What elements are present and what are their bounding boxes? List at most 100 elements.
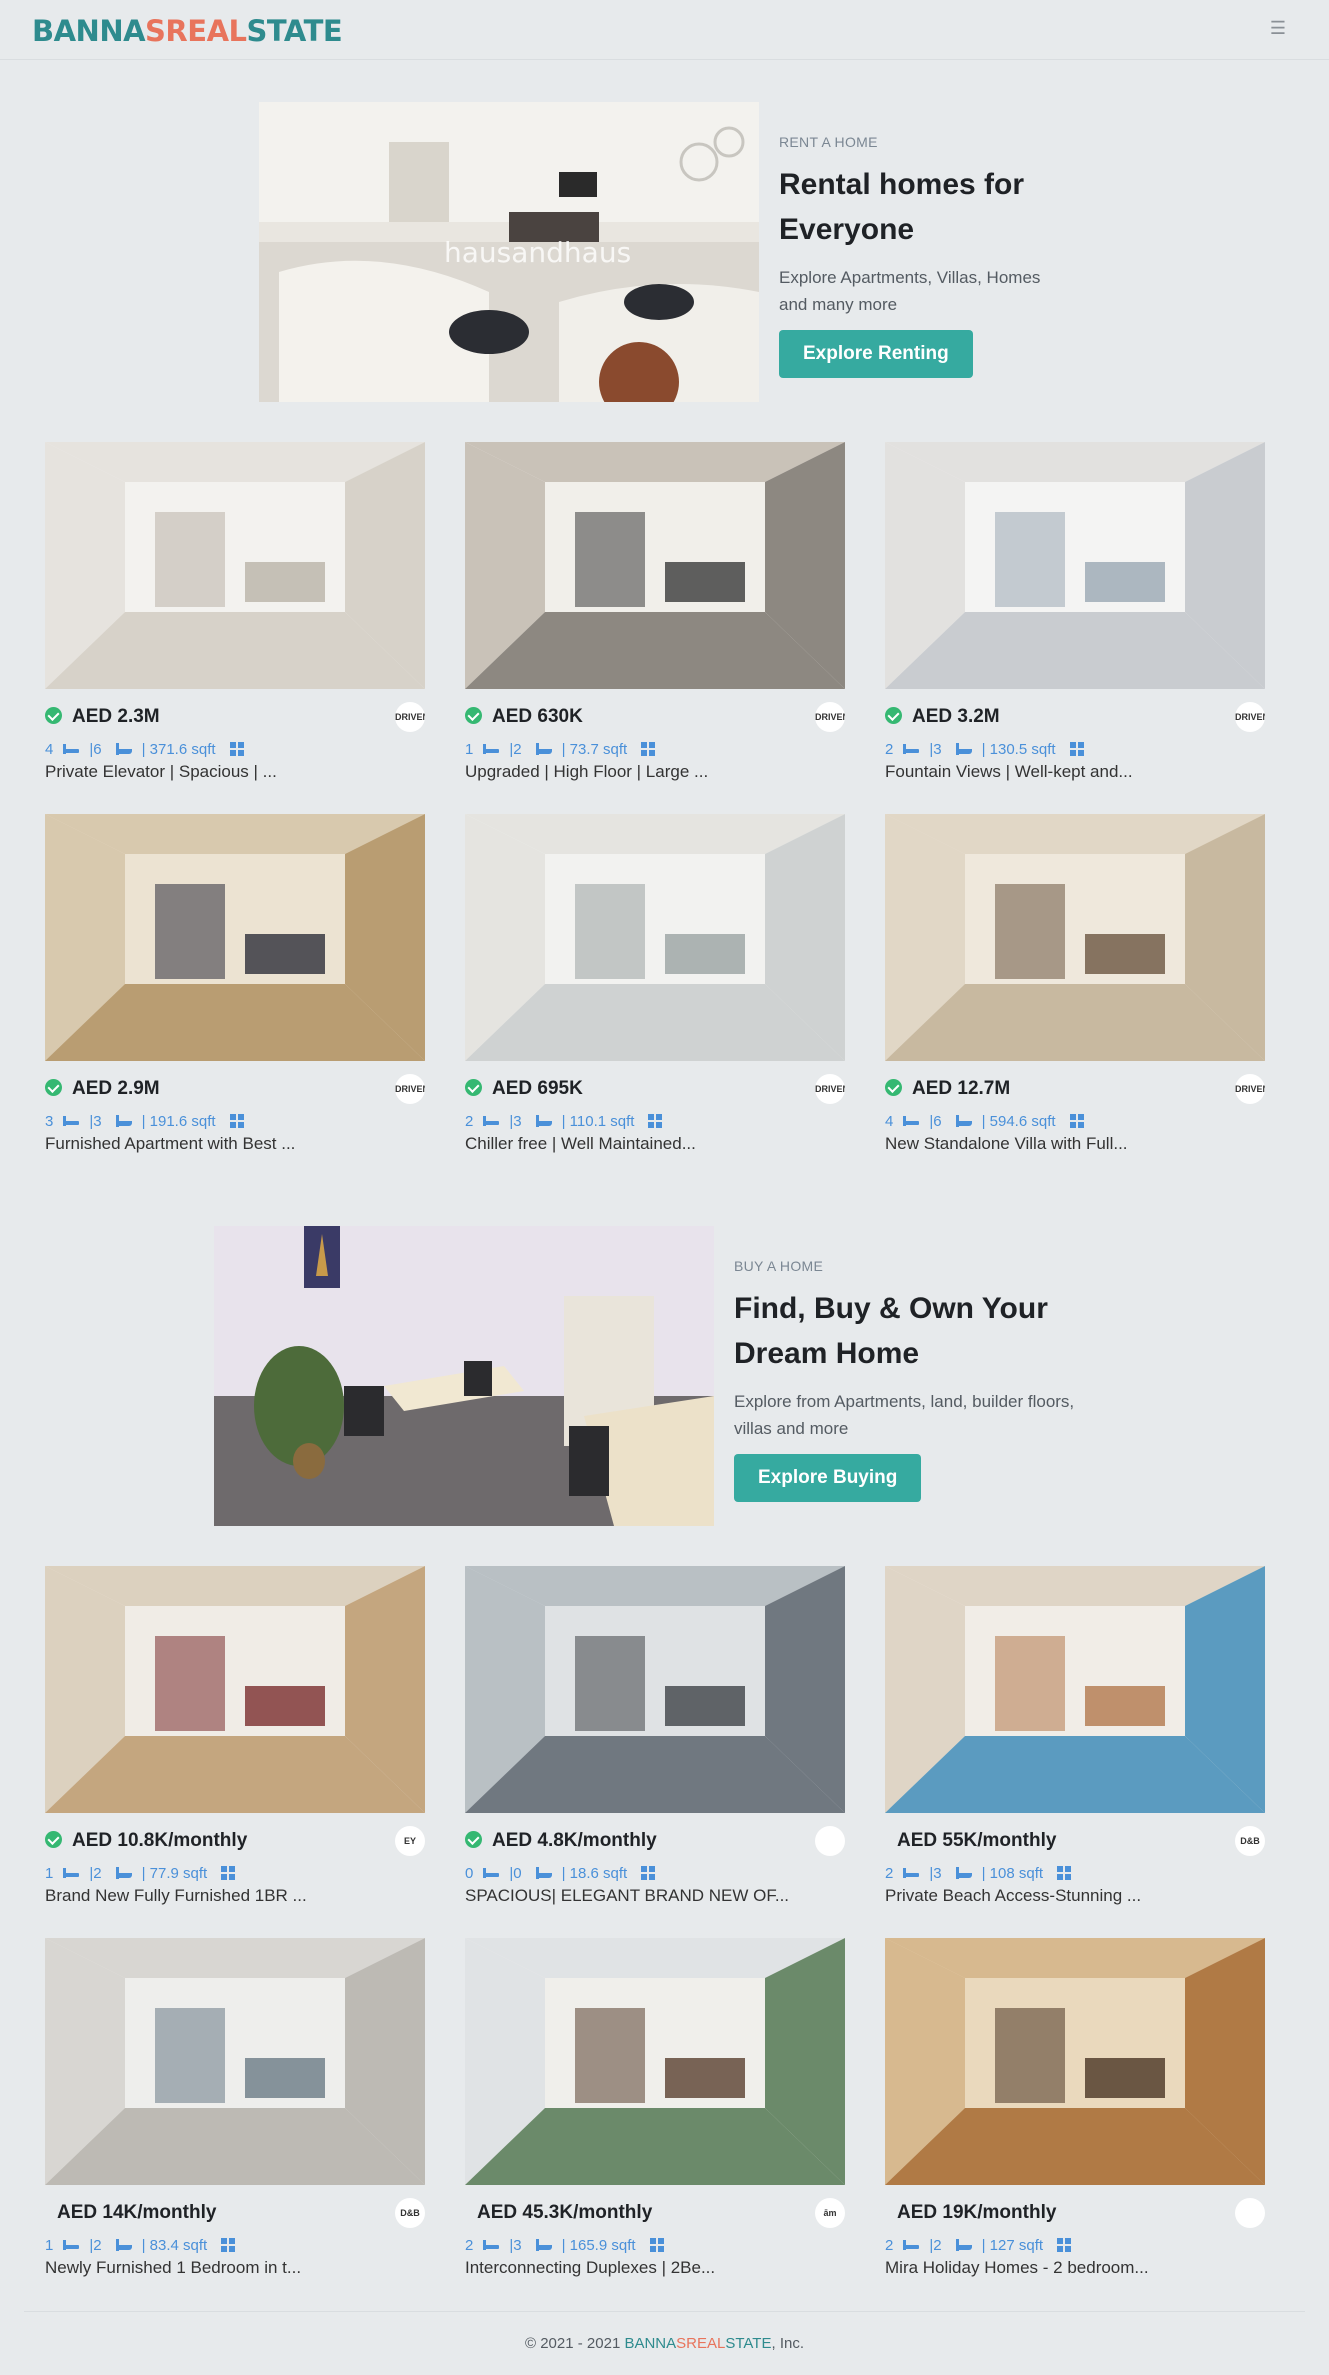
bed-icon [483,744,500,755]
price-row: AED 55K/monthly D&B [885,1826,1265,1856]
explore-buying-button[interactable]: Explore Buying [734,1454,922,1502]
listing-price: AED 19K/monthly [897,2202,1057,2223]
listing-title[interactable]: Private Elevator | Spacious | ... [45,762,277,782]
listing-photo[interactable] [465,442,845,689]
bed-count: 1 [45,2236,54,2254]
listing-photo[interactable] [885,814,1265,1061]
agency-logo-icon[interactable]: DRIVEN [1235,702,1265,732]
brand-part-1: BANNA [32,14,146,48]
verified-check-icon [45,707,62,724]
listing-card[interactable]: AED 3.2M DRIVEN 2 |3 | 130.5 sqft Fountain V… [885,442,1265,782]
footer-brand-2[interactable]: SREAL [676,2335,725,2352]
listing-card[interactable]: AED 12.7M DRIVEN 4 |6 | 594.6 sqft New Stand… [885,814,1265,1154]
agency-logo-icon[interactable]: EY [395,1826,425,1856]
bath-icon [115,1115,132,1128]
explore-renting-button[interactable]: Explore Renting [779,330,973,378]
bed-count: 1 [465,740,474,758]
agency-logo-icon[interactable]: DRIVEN [395,702,425,732]
footer-brand-1[interactable]: BANNA [624,2335,676,2352]
footer-brand-3[interactable]: STATE [725,2335,771,2352]
bath-icon [955,1867,972,1880]
listing-card[interactable]: AED 10.8K/monthly EY 1 |2 | 77.9 sqft Brand … [45,1566,425,1906]
verified-check-icon [45,1831,62,1848]
listing-card[interactable]: AED 19K/monthly 2 |2 | 127 sqft Mira Holida… [885,1938,1265,2278]
agency-logo-icon[interactable]: DRIVEN [1235,1074,1265,1104]
card-meta: 1 |2 | 83.4 sqft [45,2236,236,2256]
card-meta: 1 |2 | 73.7 sqft [465,740,656,760]
listing-title[interactable]: Mira Holiday Homes - 2 bedroom... [885,2258,1149,2278]
listing-card[interactable]: AED 14K/monthly D&B 1 |2 | 83.4 sqft Newly F… [45,1938,425,2278]
listing-card[interactable]: AED 4.8K/monthly 0 |0 | 18.6 sqft SPACIOUS|… [465,1566,845,1906]
area-value: | 371.6 sqft [141,740,216,758]
agency-logo-icon[interactable]: DRIVEN [815,702,845,732]
agency-logo-icon[interactable]: D&B [1235,1826,1265,1856]
area-value: | 73.7 sqft [561,740,628,758]
bath-count: |3 [509,2236,522,2254]
grid-icon [641,742,656,757]
price-row: AED 10.8K/monthly EY [45,1826,425,1856]
buy-desc-line-1: Explore from Apartments, land, builder f… [734,1392,1075,1411]
bed-icon [903,2240,920,2251]
bath-count: |3 [89,1112,102,1130]
listing-photo[interactable] [45,1938,425,2185]
listing-title[interactable]: SPACIOUS| ELEGANT BRAND NEW OF... [465,1886,789,1906]
bed-icon [483,1868,500,1879]
site-footer: © 2021 - 2021 BANNASREALSTATE, Inc. [24,2311,1305,2375]
agency-logo-icon[interactable]: ām [815,2198,845,2228]
card-meta: 4 |6 | 371.6 sqft [45,740,244,760]
bath-icon [535,1867,552,1880]
agency-logo-icon[interactable] [1235,2198,1265,2228]
verified-check-icon [45,1079,62,1096]
listing-title[interactable]: Fountain Views | Well-kept and... [885,762,1133,782]
listing-photo[interactable] [465,814,845,1061]
bath-icon [115,743,132,756]
bed-icon [903,1116,920,1127]
listing-title[interactable]: New Standalone Villa with Full... [885,1134,1128,1154]
bed-count: 0 [465,1864,474,1882]
listing-price: AED 14K/monthly [57,2202,217,2223]
listing-price: AED 2.3M [72,706,160,727]
listing-card[interactable]: AED 630K DRIVEN 1 |2 | 73.7 sqft Upgraded | … [465,442,845,782]
listing-title[interactable]: Furnished Apartment with Best ... [45,1134,295,1154]
listing-title[interactable]: Brand New Fully Furnished 1BR ... [45,1886,307,1906]
card-meta: 2 |3 | 110.1 sqft [465,1112,663,1132]
card-meta: 3 |3 | 191.6 sqft [45,1112,244,1132]
listing-title[interactable]: Chiller free | Well Maintained... [465,1134,696,1154]
grid-icon [648,1114,663,1129]
bath-count: |0 [509,1864,522,1882]
listing-card[interactable]: AED 55K/monthly D&B 2 |3 | 108 sqft Private … [885,1566,1265,1906]
agency-logo-icon[interactable] [815,1826,845,1856]
rent-hero-description: Explore Apartments, Villas, Homes and ma… [779,264,1040,318]
price-row: AED 630K DRIVEN [465,702,845,732]
agency-logo-icon[interactable]: DRIVEN [815,1074,845,1104]
grid-icon [221,2238,236,2253]
listing-card[interactable]: AED 695K DRIVEN 2 |3 | 110.1 sqft Chiller fr… [465,814,845,1154]
grid-icon [1069,1114,1084,1129]
grid-icon [1057,2238,1072,2253]
listing-photo[interactable] [45,442,425,689]
listing-photo[interactable] [885,1566,1265,1813]
listing-card[interactable]: AED 2.9M DRIVEN 3 |3 | 191.6 sqft Furnished … [45,814,425,1154]
listing-photo[interactable] [45,1566,425,1813]
area-value: | 77.9 sqft [141,1864,208,1882]
brand-logo[interactable]: BANNASREALSTATE [32,14,343,48]
listing-card[interactable]: AED 2.3M DRIVEN 4 |6 | 371.6 sqft Private El… [45,442,425,782]
listing-photo[interactable] [45,814,425,1061]
footer-suffix: , Inc. [771,2335,804,2352]
listing-title[interactable]: Newly Furnished 1 Bedroom in t... [45,2258,301,2278]
hamburger-menu-icon[interactable]: ☰ [1266,16,1290,40]
listing-title[interactable]: Private Beach Access-Stunning ... [885,1886,1141,1906]
card-meta: 4 |6 | 594.6 sqft [885,1112,1084,1132]
listing-photo[interactable] [465,1566,845,1813]
bed-count: 2 [885,2236,894,2254]
listing-title[interactable]: Upgraded | High Floor | Large ... [465,762,708,782]
agency-logo-icon[interactable]: DRIVEN [395,1074,425,1104]
bath-count: |2 [89,2236,102,2254]
brand-part-2: SREAL [145,14,247,48]
listing-photo[interactable] [885,442,1265,689]
agency-logo-icon[interactable]: D&B [395,2198,425,2228]
listing-photo[interactable] [465,1938,845,2185]
listing-card[interactable]: AED 45.3K/monthly ām 2 |3 | 165.9 sqft Inter… [465,1938,845,2278]
listing-title[interactable]: Interconnecting Duplexes | 2Be... [465,2258,715,2278]
listing-photo[interactable] [885,1938,1265,2185]
